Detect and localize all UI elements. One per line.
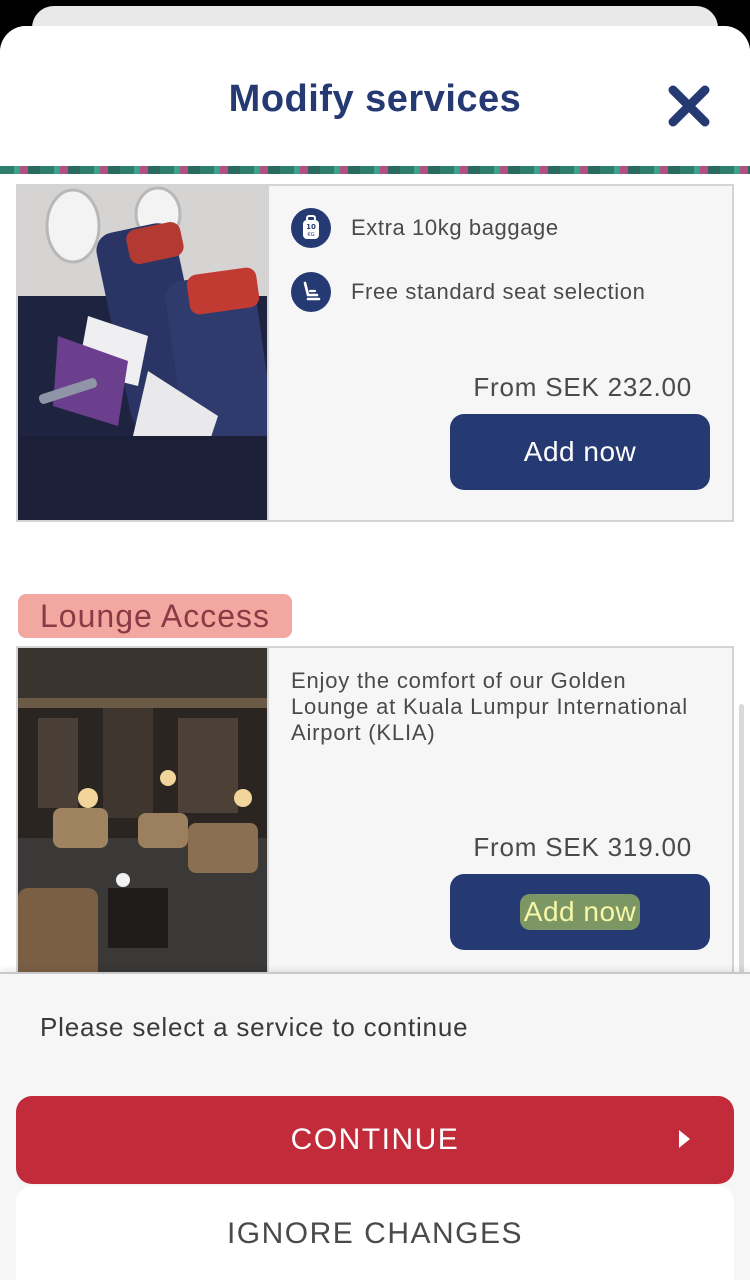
lounge-image [18, 648, 269, 982]
ignore-changes-label: IGNORE CHANGES [226, 1217, 524, 1250]
screen: Modify services 10 KG Extra 10kg baggage… [0, 0, 750, 1280]
seat-icon [291, 272, 331, 312]
svg-text:10: 10 [306, 223, 316, 231]
close-button[interactable] [664, 81, 714, 131]
lounge-price: From SEK 319.00 [473, 832, 692, 862]
bundle-card-body: 10 KG Extra 10kg baggage Free standard s… [269, 186, 732, 520]
close-icon [668, 85, 710, 127]
section-title-lounge-access: Lounge Access [40, 597, 271, 634]
page-title: Modify services [228, 78, 522, 120]
baggage-10kg-icon: 10 KG [291, 208, 331, 248]
add-now-label-highlighted: Add now [519, 894, 641, 930]
lounge-description: Enjoy the comfort of our Golden Lounge a… [291, 668, 688, 745]
bundle-add-now-button[interactable]: Add now [450, 414, 710, 490]
lounge-card-body: Enjoy the comfort of our Golden Lounge a… [269, 648, 732, 982]
lounge-add-now-button[interactable]: Add now [450, 874, 710, 950]
chevron-right-icon [679, 1130, 690, 1148]
bundle-service-card: 10 KG Extra 10kg baggage Free standard s… [16, 184, 734, 522]
section-title-highlight: Lounge Access [18, 594, 293, 638]
continue-label: CONTINUE [290, 1123, 460, 1156]
modal-header: Modify services [0, 26, 750, 166]
feature-extra-baggage: 10 KG Extra 10kg baggage [291, 208, 559, 248]
bundle-price: From SEK 232.00 [473, 372, 692, 402]
ignore-changes-button[interactable]: IGNORE CHANGES [16, 1186, 734, 1280]
decorative-pattern-band [0, 166, 750, 174]
footer-message: Please select a service to continue [40, 1012, 469, 1042]
footer-actions: Please select a service to continue CONT… [0, 972, 750, 1280]
lounge-service-card: Enjoy the comfort of our Golden Lounge a… [16, 646, 734, 984]
svg-text:KG: KG [307, 232, 314, 238]
cabin-seat-image [18, 186, 269, 520]
feature-text: Extra 10kg baggage [351, 215, 559, 240]
feature-text: Free standard seat selection [351, 279, 646, 304]
feature-seat-selection: Free standard seat selection [291, 272, 645, 312]
continue-button[interactable]: CONTINUE [16, 1096, 734, 1184]
